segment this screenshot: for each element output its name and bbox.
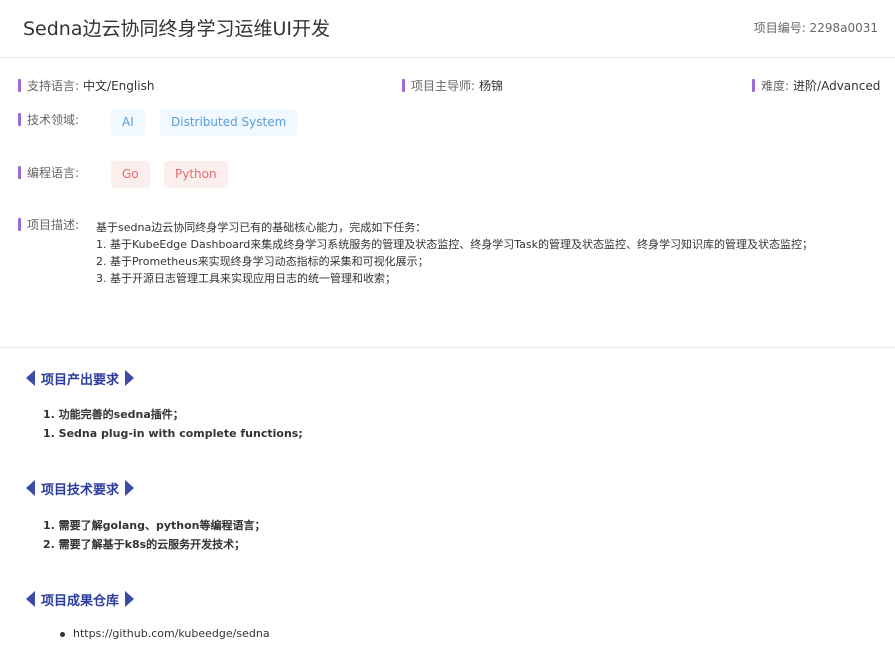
tech-tag-ai[interactable]: AI <box>111 109 145 136</box>
arrow-right-icon <box>125 480 135 496</box>
mentor-info: 项目主导师: 杨锦 <box>402 79 503 93</box>
desc-line: 2. 基于Prometheus来实现终身学习动态指标的采集和可视化展示； <box>96 255 429 268</box>
desc-line: 1. 基于KubeEdge Dashboard来集成终身学习系统服务的管理及状态… <box>96 238 813 251</box>
page-title: Sedna边云协同终身学习运维UI开发 <box>23 18 331 40</box>
mentor-value: 杨锦 <box>479 79 504 93</box>
desc-line: 基于sedna边云协同终身学习已有的基础核心能力，完成如下任务： <box>96 221 427 234</box>
prog-lang-label: 编程语言: <box>18 166 79 180</box>
tech-req-list: 1. 需要了解golang、python等编程语言； 2. 需要了解基于k8s的… <box>43 516 266 554</box>
arrow-left-icon <box>26 591 35 607</box>
desc-label: 项目描述: <box>18 218 79 232</box>
project-id: 项目编号: 2298a0031 <box>753 21 878 35</box>
mentor-label: 项目主导师: <box>411 79 476 93</box>
page-header: Sedna边云协同终身学习运维UI开发 项目编号: 2298a0031 <box>0 0 895 58</box>
prog-lang-label-text: 编程语言: <box>27 166 80 180</box>
tech-req-section-header: 项目技术要求 <box>26 479 135 498</box>
section-divider <box>0 347 895 348</box>
tech-field-label-text: 技术领域: <box>27 113 80 127</box>
repo-link[interactable]: https://github.com/kubeedge/sedna <box>60 627 270 640</box>
language-value: 中文/English <box>83 79 155 93</box>
arrow-left-icon <box>26 370 35 386</box>
desc-line: 3. 基于开源日志管理工具来实现应用日志的统一管理和收索； <box>96 272 396 285</box>
output-section-title: 项目产出要求 <box>41 372 120 388</box>
arrow-right-icon <box>125 591 135 607</box>
project-description: 基于sedna边云协同终身学习已有的基础核心能力，完成如下任务： 1. 基于Ku… <box>96 219 886 287</box>
difficulty-value: 进阶/Advanced <box>793 79 881 93</box>
tech-req-section-title: 项目技术要求 <box>41 482 120 498</box>
language-info: 支持语言: 中文/English <box>18 79 154 93</box>
prog-tag-go[interactable]: Go <box>111 161 150 188</box>
difficulty-info: 难度: 进阶/Advanced <box>752 79 880 93</box>
arrow-left-icon <box>26 480 35 496</box>
desc-label-text: 项目描述: <box>27 218 80 232</box>
repo-section-header: 项目成果仓库 <box>26 590 135 609</box>
list-item: 1. 需要了解golang、python等编程语言； <box>43 519 266 532</box>
output-list: 1. 功能完善的sedna插件； 1. Sedna plug-in with c… <box>43 405 303 443</box>
prog-tag-python[interactable]: Python <box>164 161 228 188</box>
list-item: 2. 需要了解基于k8s的云服务开发技术； <box>43 538 246 551</box>
language-label: 支持语言: <box>27 79 80 93</box>
output-section-header: 项目产出要求 <box>26 369 135 388</box>
list-item: 1. 功能完善的sedna插件； <box>43 408 184 421</box>
tech-field-label: 技术领域: <box>18 113 79 127</box>
difficulty-label: 难度: <box>761 79 790 93</box>
tech-tag-distributed-system[interactable]: Distributed System <box>160 109 298 136</box>
arrow-right-icon <box>125 370 135 386</box>
repo-section-title: 项目成果仓库 <box>41 593 120 609</box>
list-item: 1. Sedna plug-in with complete functions… <box>43 427 303 440</box>
